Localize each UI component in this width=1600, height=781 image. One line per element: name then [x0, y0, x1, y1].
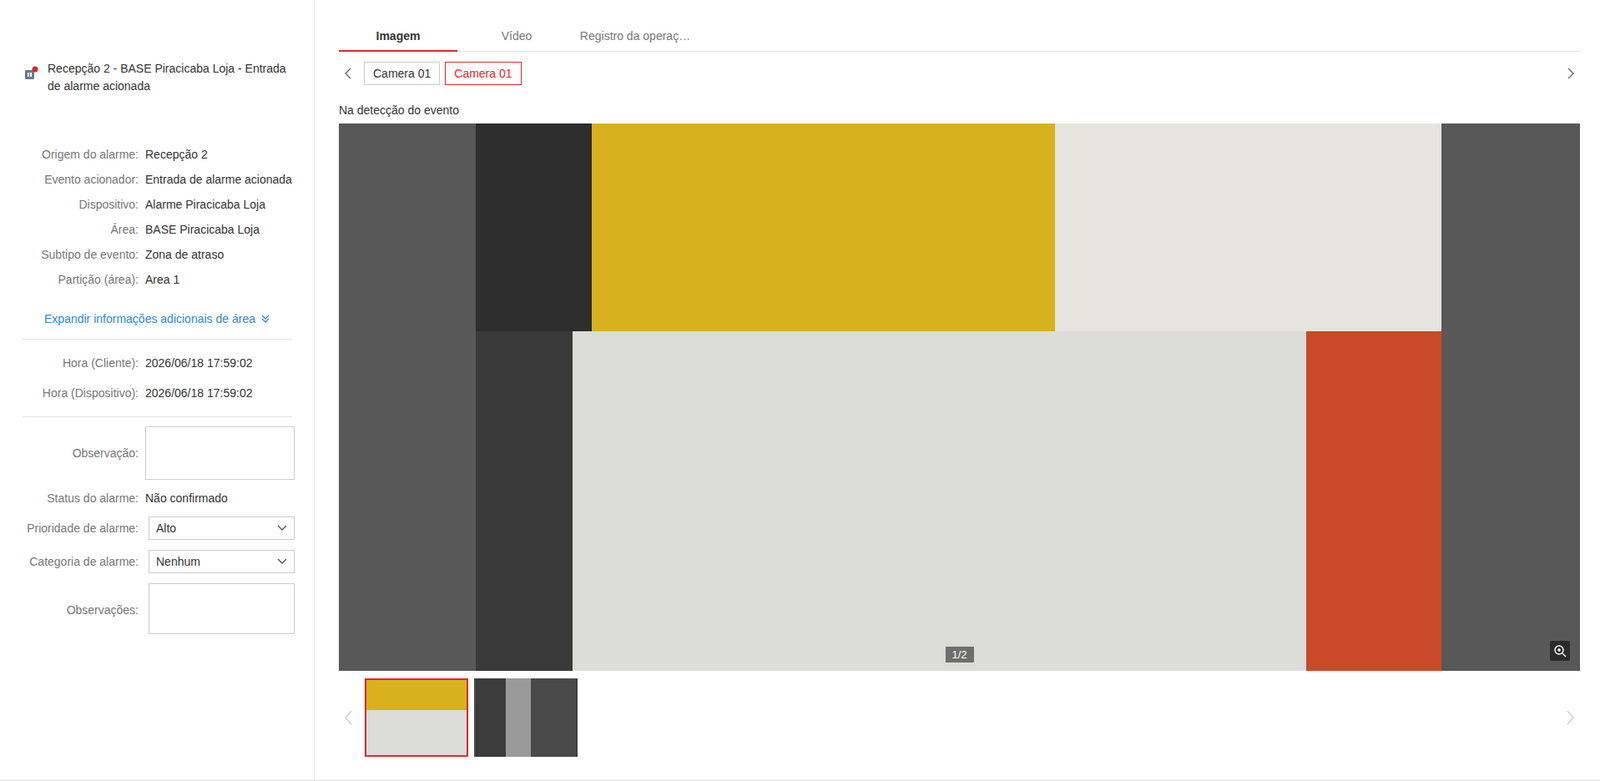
expand-link[interactable]: Expandir informações adicionais de área [22, 310, 293, 328]
time-details: Hora (Cliente): 2026/06/18 17:59:02 Hora … [22, 348, 293, 409]
chevron-left-icon[interactable] [343, 67, 354, 80]
detail-value: Area 1 [145, 271, 293, 288]
priority-select[interactable]: Alto [148, 516, 295, 541]
time-label: Hora (Dispositivo): [22, 384, 139, 402]
chevron-down-icon [277, 558, 288, 566]
category-label: Categoria de alarme: [22, 553, 139, 571]
detail-label: Evento acionador: [22, 171, 139, 188]
media-panel: ImagemVídeoRegistro da operaç… Camera 01… [314, 0, 1600, 781]
chevron-down-icon [277, 524, 288, 532]
detail-label: Partição (área): [22, 271, 139, 288]
detail-label: Área: [22, 221, 139, 238]
category-select[interactable]: Nenhum [148, 550, 295, 574]
zoom-icon[interactable] [1549, 641, 1570, 662]
tab[interactable]: Vídeo [457, 29, 576, 52]
divider [22, 416, 293, 418]
alarm-title: Recepção 2 - BASE Piracicaba Loja - Entr… [22, 60, 293, 96]
detail-label: Subtipo de evento: [22, 246, 139, 263]
alarm-details: Origem do alarme: Recepção 2 Evento acion… [22, 141, 293, 293]
divider [22, 338, 293, 340]
thumbnail-strip [338, 678, 1580, 758]
unread-dot [32, 66, 39, 73]
alarm-form: Observação: Status do alarme: Não confir… [22, 426, 293, 635]
observacao-field[interactable] [145, 426, 295, 480]
thumbnail[interactable] [364, 678, 469, 758]
detail-value: BASE Piracicaba Loja [145, 221, 293, 238]
camera-button[interactable]: Camera 01 [444, 61, 521, 86]
detail-value: Zona de atraso [145, 246, 293, 263]
priority-label: Prioridade de alarme: [22, 519, 139, 537]
caption: Na detecção do evento [338, 101, 1580, 119]
tab[interactable]: Registro da operaç… [575, 29, 695, 52]
camera-bar: Camera 01Camera 01 [338, 61, 1580, 86]
time-label: Hora (Cliente): [22, 354, 139, 372]
chevron-right-icon[interactable] [1564, 67, 1575, 80]
detail-value: Recepção 2 [145, 146, 293, 163]
time-value: 2026/06/18 17:59:02 [145, 384, 293, 402]
tab-bar: ImagemVídeoRegistro da operaç… [338, 0, 1580, 52]
image-viewer: 1/2 [338, 123, 1580, 672]
detail-label: Origem do alarme: [22, 146, 139, 163]
tab[interactable]: Imagem [338, 29, 458, 52]
detail-value: Alarme Piracicaba Loja [145, 196, 293, 213]
thumbnail[interactable] [474, 678, 578, 758]
status-value: Não confirmado [145, 489, 295, 507]
time-value: 2026/06/18 17:59:02 [145, 354, 293, 372]
detail-label: Dispositivo: [22, 196, 139, 213]
alarm-info-panel: Recepção 2 - BASE Piracicaba Loja - Entr… [0, 0, 315, 781]
observacoes-label: Observações: [22, 583, 139, 619]
double-chevron-icon [260, 313, 271, 324]
status-label: Status do alarme: [22, 489, 139, 507]
event-photo [475, 123, 1442, 672]
alarm-detail-window: Recepção 2 - BASE Piracicaba Loja - Entr… [0, 0, 1600, 781]
camera-button[interactable]: Camera 01 [363, 61, 440, 86]
chevron-right-icon[interactable] [1564, 710, 1575, 726]
chevron-left-icon[interactable] [343, 710, 354, 726]
alarm-icon [22, 65, 40, 82]
image-counter: 1/2 [944, 646, 974, 663]
observacoes-field[interactable] [148, 583, 295, 635]
detail-value: Entrada de alarme acionada [145, 171, 293, 188]
observacao-label: Observação: [22, 426, 139, 462]
